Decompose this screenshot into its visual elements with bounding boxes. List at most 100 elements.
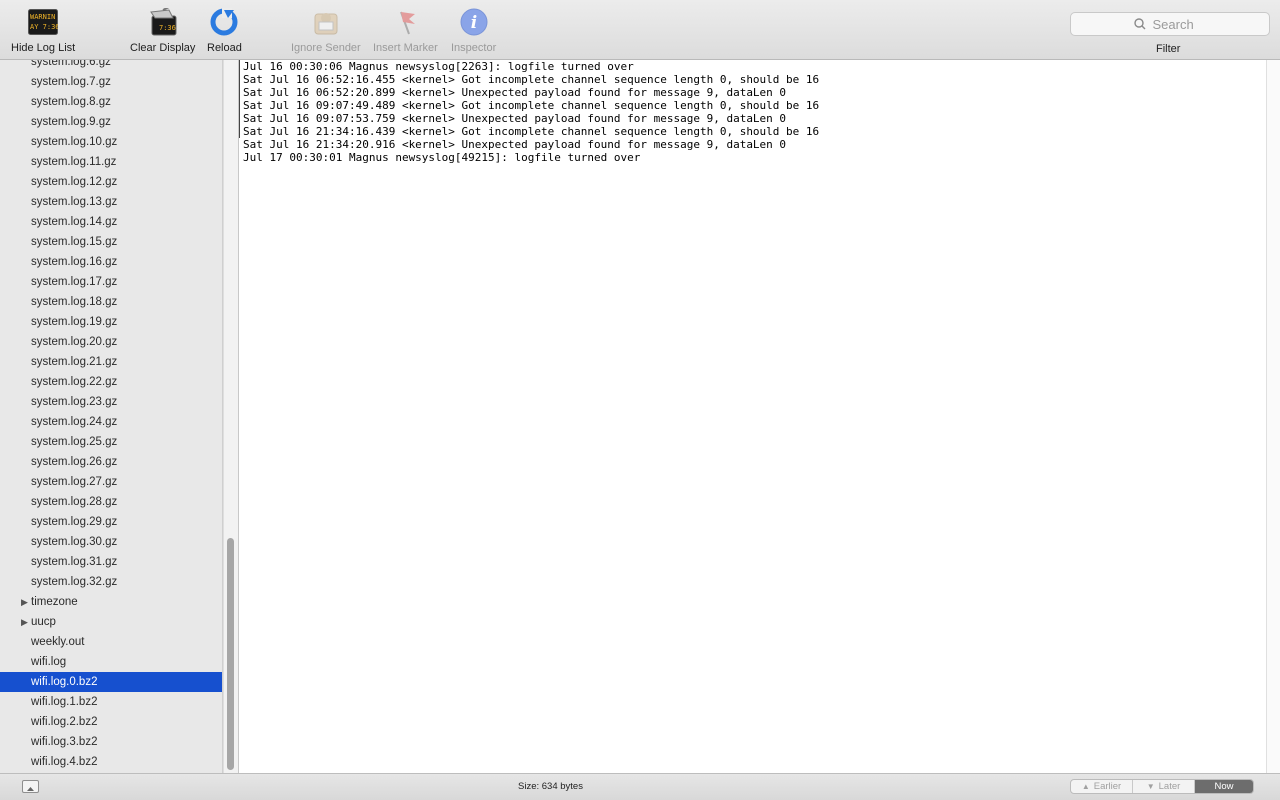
sidebar-item-label: system.log.16.gz	[31, 256, 118, 268]
log-line: Sat Jul 16 09:07:49.489 <kernel> Got inc…	[243, 99, 820, 112]
log-line: Sat Jul 16 06:52:16.455 <kernel> Got inc…	[243, 73, 820, 86]
sidebar-item[interactable]: wifi.log.2.bz2	[0, 712, 222, 732]
log-scrollbar[interactable]	[1266, 60, 1280, 773]
reload-icon	[208, 6, 240, 38]
sidebar-item[interactable]: system.log.12.gz	[0, 172, 222, 192]
log-content-view[interactable]: Jul 16 00:30:06 Magnus newsyslog[2263]: …	[238, 60, 1266, 773]
sidebar-item[interactable]: system.log.16.gz	[0, 252, 222, 272]
inspector-label: Inspector	[451, 42, 497, 54]
sidebar-scroll-thumb[interactable]	[227, 538, 234, 770]
sidebar-item-label: system.log.17.gz	[31, 276, 118, 288]
sidebar-item[interactable]: system.log.10.gz	[0, 132, 222, 152]
sidebar-item[interactable]: weekly.out	[0, 632, 222, 652]
reload-button[interactable]: Reload	[207, 6, 242, 54]
sidebar-item-label: system.log.32.gz	[31, 576, 118, 588]
sidebar-item-label: wifi.log.2.bz2	[31, 716, 98, 728]
sidebar-item-label: wifi.log.1.bz2	[31, 696, 98, 708]
sidebar-item[interactable]: system.log.17.gz	[0, 272, 222, 292]
filter-label: Filter	[1156, 43, 1181, 55]
insert-marker-label: Insert Marker	[373, 42, 438, 54]
sidebar-item-label: system.log.20.gz	[31, 336, 118, 348]
now-label: Now	[1214, 781, 1234, 792]
sidebar-item[interactable]: wifi.log.3.bz2	[0, 732, 222, 752]
sidebar-item-label: system.log.18.gz	[31, 296, 118, 308]
search-field[interactable]	[1070, 12, 1270, 36]
log-lines: Jul 16 00:30:06 Magnus newsyslog[2263]: …	[239, 60, 1266, 164]
sidebar-item-label: system.log.8.gz	[31, 96, 111, 108]
sidebar-item[interactable]: system.log.21.gz	[0, 352, 222, 372]
sidebar-item[interactable]: system.log.27.gz	[0, 472, 222, 492]
sidebar-item[interactable]: system.log.29.gz	[0, 512, 222, 532]
sidebar-item-label: system.log.24.gz	[31, 416, 118, 428]
earlier-button[interactable]: ▲ Earlier	[1071, 780, 1133, 793]
inspector-button[interactable]: i Inspector	[451, 6, 496, 54]
sidebar-item-label: weekly.out	[31, 636, 85, 648]
console-icon-text-1: WARNIN	[30, 13, 55, 21]
flag-icon	[389, 6, 421, 38]
sidebar-item-label: system.log.26.gz	[31, 456, 118, 468]
sidebar-item[interactable]: system.log.11.gz	[0, 152, 222, 172]
sidebar-item-label: uucp	[31, 616, 56, 628]
sidebar-item[interactable]: ▶ timezone	[0, 592, 222, 612]
sidebar-item[interactable]: ▶ uucp	[0, 612, 222, 632]
sidebar-item[interactable]: system.log.20.gz	[0, 332, 222, 352]
sidebar-item-label: wifi.log.4.bz2	[31, 756, 98, 768]
log-line: Jul 16 00:30:06 Magnus newsyslog[2263]: …	[243, 60, 634, 73]
clear-display-label: Clear Display	[130, 42, 196, 54]
sidebar-item-label: timezone	[31, 596, 78, 608]
sidebar-item-label: system.log.14.gz	[31, 216, 118, 228]
sidebar-item[interactable]: system.log.32.gz	[0, 572, 222, 592]
sidebar-item[interactable]: system.log.19.gz	[0, 312, 222, 332]
sidebar-item[interactable]: wifi.log.0.bz2	[0, 672, 222, 692]
sidebar-item[interactable]: system.log.22.gz	[0, 372, 222, 392]
search-input[interactable]	[1150, 15, 1207, 33]
search-icon	[1133, 18, 1145, 30]
toolbar: WARNIN AY 7:36 Hide Log List 7:36 Clear …	[0, 0, 1280, 60]
insert-marker-button[interactable]: Insert Marker	[373, 6, 438, 54]
hide-log-list-button[interactable]: WARNIN AY 7:36 Hide Log List	[11, 6, 75, 54]
sidebar-item[interactable]: system.log.9.gz	[0, 112, 222, 132]
sidebar-item-label: system.log.12.gz	[31, 176, 118, 188]
reload-label: Reload	[207, 42, 242, 54]
toggle-drawer-button[interactable]	[22, 780, 39, 793]
down-triangle-icon: ▼	[1146, 782, 1155, 791]
sidebar-item[interactable]: system.log.25.gz	[0, 432, 222, 452]
clear-display-button[interactable]: 7:36 Clear Display	[130, 6, 195, 54]
disclosure-triangle-icon[interactable]: ▶	[21, 592, 28, 612]
sidebar-item[interactable]: system.log.13.gz	[0, 192, 222, 212]
ignore-sender-label: Ignore Sender	[291, 42, 361, 54]
sidebar-item-label: system.log.30.gz	[31, 536, 118, 548]
disclosure-triangle-icon[interactable]: ▶	[21, 612, 28, 632]
later-label: Later	[1158, 781, 1181, 792]
sidebar-item[interactable]: system.log.8.gz	[0, 92, 222, 112]
sidebar-item-label: system.log.28.gz	[31, 496, 118, 508]
sidebar-item[interactable]: system.log.15.gz	[0, 232, 222, 252]
now-button[interactable]: Now	[1195, 780, 1253, 793]
sidebar-item[interactable]: wifi.log.1.bz2	[0, 692, 222, 712]
sidebar-item[interactable]: system.log.24.gz	[0, 412, 222, 432]
sidebar-item[interactable]: system.log.23.gz	[0, 392, 222, 412]
log-marker-bar	[239, 60, 240, 138]
sidebar-item[interactable]: system.log.6.gz	[0, 60, 222, 72]
log-list: system.log.6.gz system.log.7.gz system.log…	[0, 60, 222, 772]
clear-icon-text: 7:36	[159, 24, 176, 32]
sidebar-item[interactable]: system.log.30.gz	[0, 532, 222, 552]
later-button[interactable]: ▼ Later	[1133, 780, 1195, 793]
sidebar-item[interactable]: wifi.log.4.bz2	[0, 752, 222, 772]
drawer-icon	[27, 787, 34, 791]
sidebar-item[interactable]: system.log.26.gz	[0, 452, 222, 472]
sidebar-item[interactable]: system.log.7.gz	[0, 72, 222, 92]
earlier-label: Earlier	[1093, 781, 1122, 792]
sidebar-item-label: system.log.31.gz	[31, 556, 118, 568]
sidebar-item[interactable]: system.log.14.gz	[0, 212, 222, 232]
ignore-sender-button[interactable]: Ignore Sender	[291, 6, 361, 54]
log-line: Sat Jul 16 21:34:20.916 <kernel> Unexpec…	[243, 138, 787, 151]
info-icon: i	[458, 6, 490, 38]
sidebar-item-label: system.log.22.gz	[31, 376, 118, 388]
sidebar-item[interactable]: wifi.log	[0, 652, 222, 672]
sidebar-item-label: wifi.log	[31, 656, 67, 668]
sidebar-item[interactable]: system.log.28.gz	[0, 492, 222, 512]
sidebar-item[interactable]: system.log.31.gz	[0, 552, 222, 572]
sidebar-item[interactable]: system.log.18.gz	[0, 292, 222, 312]
sidebar-item-label: system.log.15.gz	[31, 236, 118, 248]
